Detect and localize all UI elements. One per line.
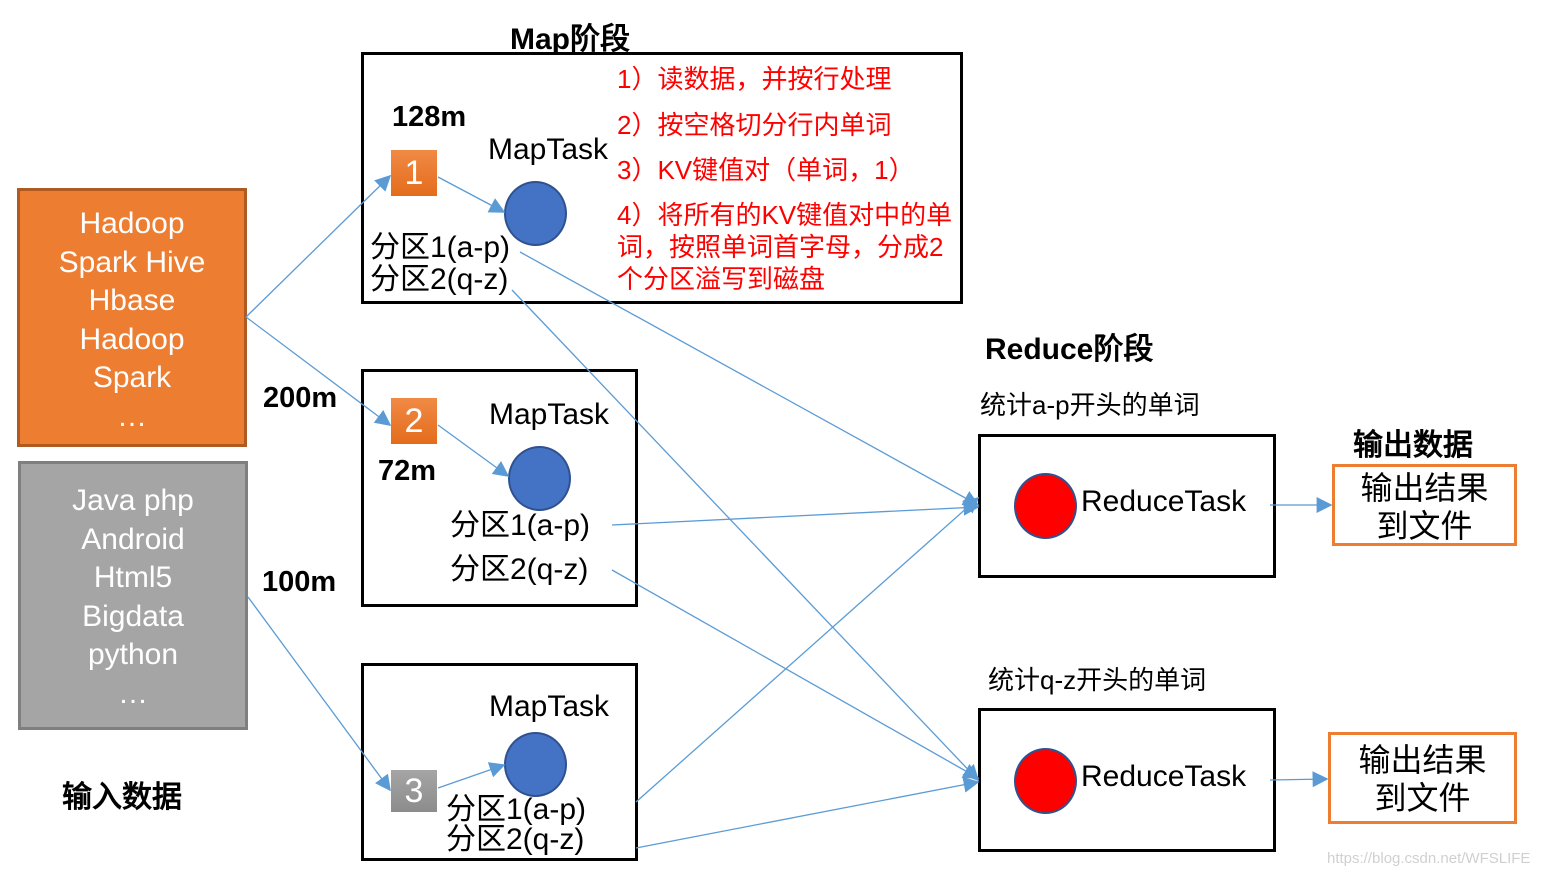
- size-label-100m: 100m: [262, 566, 337, 598]
- arrow-map2-p2-reduce2: [611, 569, 980, 779]
- map-task-circle-2: [508, 446, 571, 511]
- arrow-map3-p1-reduce1: [635, 496, 980, 803]
- output-data-label: 输出数据: [1353, 429, 1473, 462]
- map-step: 个分区溢写到磁盘: [617, 264, 826, 294]
- input-line: Android: [81, 522, 185, 556]
- reduce-caption-1: 统计a-p开头的单词: [980, 390, 1200, 420]
- map-task-circle-3: [504, 732, 567, 797]
- input-line: …: [117, 399, 147, 433]
- input-line: Java php: [72, 484, 194, 517]
- reduce-caption-2: 统计q-z开头的单词: [988, 665, 1207, 695]
- input-line: Spark: [92, 361, 172, 394]
- size-label-200m: 200m: [263, 382, 338, 414]
- map-step: 2）按空格切分行内单词: [617, 110, 892, 140]
- partition-label: 分区2(q-z): [446, 823, 585, 856]
- output-file-1: 输出结果 到文件: [1332, 464, 1517, 546]
- reduce-task-circle-2: [1014, 748, 1077, 814]
- input-line: Spark Hive: [58, 245, 206, 279]
- output-line: 到文件: [1376, 508, 1473, 544]
- reduce-task-circle-1: [1014, 473, 1077, 539]
- map-task-title-1: MapTask: [488, 133, 609, 166]
- partition-label: 分区1(a-p): [370, 231, 511, 264]
- input-line: Bigdata: [82, 599, 184, 633]
- map-task-circle-1: [504, 181, 567, 246]
- map-step: 4）将所有的KV键值对中的单: [617, 200, 953, 230]
- map-step: 词，按照单词首字母，分成2: [617, 232, 944, 262]
- input-file-1: Hadoop Spark Hive Hbase Hadoop Spark …: [17, 188, 247, 447]
- input-data-label: 输入数据: [62, 781, 182, 814]
- output-line: 输出结果: [1360, 470, 1489, 506]
- output-file-2: 输出结果 到文件: [1328, 732, 1517, 824]
- reduce-task-title-2: ReduceTask: [1081, 760, 1247, 793]
- map-step: 3）KV键值对（单词，1）: [617, 155, 915, 185]
- partition-label: 分区1(a-p): [450, 509, 591, 542]
- reduce-stage-title: Reduce阶段: [985, 333, 1154, 366]
- split-block-2: 2: [391, 398, 437, 444]
- split-size-72m: 72m: [378, 455, 437, 487]
- split-block-1: 1: [391, 150, 437, 196]
- map-task-title-3: MapTask: [489, 690, 610, 723]
- input-line: Html5: [93, 561, 173, 594]
- input-line: Hadoop: [79, 322, 185, 356]
- arrow-map2-p1-reduce1: [611, 499, 980, 526]
- map-task-title-2: MapTask: [489, 398, 610, 431]
- output-line: 输出结果: [1358, 742, 1487, 778]
- map-step: 1）读数据，并按行处理: [617, 64, 892, 94]
- input-file-2: Java php Android Html5 Bigdata python …: [18, 461, 248, 730]
- watermark: https://blog.csdn.net/WFSLIFE: [1327, 850, 1531, 867]
- output-line: 到文件: [1374, 780, 1471, 816]
- arrow-map3-p2-reduce2: [635, 776, 980, 849]
- split-size-128m: 128m: [392, 101, 467, 133]
- arrow-reduce2-output2: [1269, 771, 1329, 788]
- input-line: python: [87, 638, 179, 671]
- reduce-task-title-1: ReduceTask: [1081, 485, 1247, 518]
- input-line: Hbase: [88, 284, 176, 317]
- input-line: Hadoop: [79, 207, 185, 240]
- partition-label: 分区1(a-p): [446, 793, 587, 826]
- partition-label: 分区2(q-z): [370, 263, 509, 296]
- partition-label: 分区2(q-z): [450, 553, 589, 586]
- input-line: …: [118, 676, 148, 710]
- split-block-3: 3: [391, 770, 437, 812]
